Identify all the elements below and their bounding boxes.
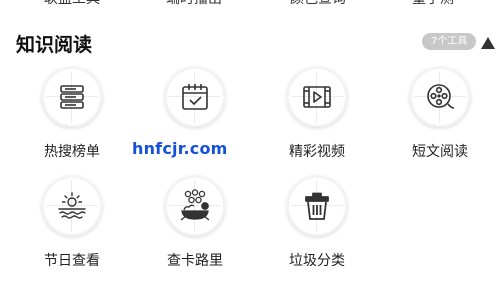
icon-circle (165, 67, 225, 127)
tool-label: 精彩视频 (289, 144, 345, 160)
triangle-up-icon[interactable] (480, 35, 496, 49)
list-stack-icon (60, 85, 84, 109)
tool-label: 热搜榜单 (44, 144, 100, 160)
tool-label: 节日查看 (44, 253, 100, 269)
tool-short-read[interactable]: 短文阅读 (390, 67, 490, 160)
previous-tool-label[interactable]: 联盟工具 (44, 0, 100, 8)
tool-label: 垃圾分类 (289, 253, 345, 269)
tool-calorie[interactable]: 查卡路里 (145, 176, 245, 269)
food-calorie-icon (180, 189, 210, 221)
previous-tool-label[interactable]: 颜色查询 (290, 0, 346, 8)
trash-can-icon (305, 192, 329, 220)
icon-circle (42, 67, 102, 127)
icon-circle (287, 67, 347, 127)
icon-circle (287, 176, 347, 236)
film-reel-icon (427, 84, 455, 109)
tool-festival[interactable]: 节日查看 (22, 176, 122, 269)
tool-garbage[interactable]: 垃圾分类 (267, 176, 367, 269)
tool-label: 短文阅读 (412, 144, 468, 160)
watermark-text: hnfcjr.com (132, 139, 228, 158)
sunrise-icon (58, 192, 86, 219)
calendar-check-icon (182, 84, 208, 110)
tool-label: 查卡路里 (167, 253, 223, 269)
previous-section-row: 联盟工具 端时播出 颜色查询 量子测 (0, 0, 504, 8)
icon-circle (165, 176, 225, 236)
video-play-icon (303, 86, 331, 108)
tool-hot-search[interactable]: 热搜榜单 (22, 67, 122, 160)
section-title: 知识阅读 (16, 34, 93, 56)
icon-circle (410, 67, 470, 127)
icon-circle (42, 176, 102, 236)
previous-tool-label[interactable]: 端时播出 (166, 0, 222, 8)
previous-tool-label[interactable]: 量子测 (412, 0, 454, 8)
tool-video[interactable]: 精彩视频 (267, 67, 367, 160)
tool-count-badge: 7个工具 (422, 33, 477, 50)
